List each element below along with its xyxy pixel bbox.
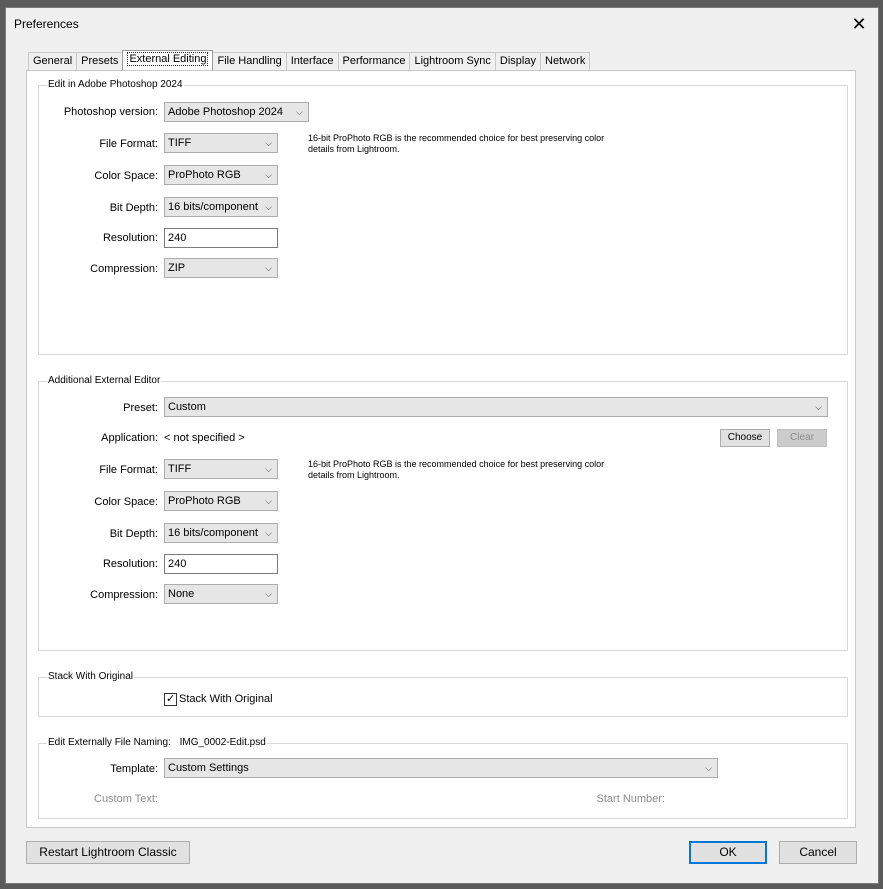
chevron-down-icon: ⌵ bbox=[815, 402, 822, 412]
clear-button[interactable]: Clear bbox=[777, 429, 827, 447]
choose-button[interactable]: Choose bbox=[720, 429, 770, 447]
chevron-down-icon: ⌵ bbox=[265, 496, 272, 506]
stack-checkbox[interactable] bbox=[164, 692, 177, 706]
bit-depth-label: Bit Depth: bbox=[109, 528, 158, 540]
dialog-title: Preferences bbox=[14, 17, 79, 31]
bit-depth-select[interactable]: 16 bits/component ⌵ bbox=[164, 523, 278, 543]
file-format-label: File Format: bbox=[99, 138, 158, 150]
group-title: Edit Externally File Naming: IMG_0002-Ed… bbox=[47, 737, 267, 748]
preset-label: Preset: bbox=[123, 402, 158, 414]
chevron-down-icon: ⌵ bbox=[296, 107, 303, 117]
compression-select[interactable]: ZIP ⌵ bbox=[164, 258, 278, 278]
template-label: Template: bbox=[110, 763, 158, 775]
chevron-down-icon: ⌵ bbox=[265, 528, 272, 538]
tab-panel: Edit in Adobe Photoshop 2024 Photoshop v… bbox=[26, 70, 856, 828]
stack-group: Stack With Original Stack With Original bbox=[38, 671, 848, 717]
chevron-down-icon: ⌵ bbox=[265, 170, 272, 180]
color-space-label: Color Space: bbox=[94, 496, 158, 508]
tab-file-handling[interactable]: File Handling bbox=[212, 52, 287, 70]
restart-lightroom-button[interactable]: Restart Lightroom Classic bbox=[26, 841, 190, 864]
additional-editor-group: Additional External Editor Preset: Custo… bbox=[38, 375, 848, 651]
chevron-down-icon: ⌵ bbox=[265, 202, 272, 212]
resolution-input[interactable]: 240 bbox=[164, 228, 278, 248]
preferences-dialog: Preferences ✕ General Presets External E… bbox=[5, 7, 879, 884]
tab-lightroom-sync[interactable]: Lightroom Sync bbox=[409, 52, 496, 70]
tab-general[interactable]: General bbox=[28, 52, 78, 70]
template-select[interactable]: Custom Settings ⌵ bbox=[164, 758, 718, 778]
application-label: Application: bbox=[101, 432, 158, 444]
resolution-label: Resolution: bbox=[102, 232, 158, 244]
tab-presets[interactable]: Presets bbox=[76, 52, 124, 70]
chevron-down-icon: ⌵ bbox=[265, 464, 272, 474]
file-naming-example: IMG_0002-Edit.psd bbox=[179, 737, 266, 748]
chevron-down-icon: ⌵ bbox=[265, 138, 272, 148]
tab-interface[interactable]: Interface bbox=[285, 52, 339, 70]
file-format-select[interactable]: TIFF ⌵ bbox=[164, 133, 278, 153]
file-naming-group: Edit Externally File Naming: IMG_0002-Ed… bbox=[38, 737, 848, 819]
photoshop-version-label: Photoshop version: bbox=[63, 106, 158, 118]
application-value: < not specified > bbox=[164, 432, 245, 444]
file-format-select[interactable]: TIFF ⌵ bbox=[164, 459, 278, 479]
ok-button[interactable]: OK bbox=[689, 841, 767, 864]
start-number-label: Start Number: bbox=[596, 793, 665, 805]
format-note: 16-bit ProPhoto RGB is the recommended c… bbox=[308, 459, 605, 480]
group-title: Stack With Original bbox=[47, 671, 135, 682]
preset-select[interactable]: Custom ⌵ bbox=[164, 397, 828, 417]
compression-label: Compression: bbox=[90, 263, 158, 275]
tab-external-editing[interactable]: External Editing bbox=[122, 50, 214, 70]
resolution-input[interactable]: 240 bbox=[164, 554, 278, 574]
format-note: 16-bit ProPhoto RGB is the recommended c… bbox=[308, 133, 605, 154]
custom-text-label: Custom Text: bbox=[94, 793, 158, 805]
photoshop-version-select[interactable]: Adobe Photoshop 2024 ⌵ bbox=[164, 102, 309, 122]
tab-performance[interactable]: Performance bbox=[337, 52, 411, 70]
group-title: Edit in Adobe Photoshop 2024 bbox=[47, 79, 184, 90]
chevron-down-icon: ⌵ bbox=[265, 589, 272, 599]
chevron-down-icon: ⌵ bbox=[705, 763, 712, 773]
color-space-select[interactable]: ProPhoto RGB ⌵ bbox=[164, 491, 278, 511]
group-title: Additional External Editor bbox=[47, 375, 162, 386]
tab-network[interactable]: Network bbox=[540, 52, 591, 70]
photoshop-group: Edit in Adobe Photoshop 2024 Photoshop v… bbox=[38, 79, 848, 355]
cancel-button[interactable]: Cancel bbox=[779, 841, 857, 864]
tab-display[interactable]: Display bbox=[494, 52, 541, 70]
stack-checkbox-label[interactable]: Stack With Original bbox=[179, 693, 273, 705]
compression-select[interactable]: None ⌵ bbox=[164, 584, 278, 604]
resolution-label: Resolution: bbox=[102, 558, 158, 570]
color-space-select[interactable]: ProPhoto RGB ⌵ bbox=[164, 165, 278, 185]
close-icon[interactable]: ✕ bbox=[848, 13, 870, 35]
tab-bar: General Presets External Editing File Ha… bbox=[28, 50, 591, 70]
bit-depth-label: Bit Depth: bbox=[109, 202, 158, 214]
compression-label: Compression: bbox=[90, 589, 158, 601]
title-bar: Preferences ✕ bbox=[6, 8, 878, 40]
file-naming-title: Edit Externally File Naming: bbox=[48, 737, 171, 748]
file-format-label: File Format: bbox=[99, 464, 158, 476]
chevron-down-icon: ⌵ bbox=[265, 263, 272, 273]
bit-depth-select[interactable]: 16 bits/component ⌵ bbox=[164, 197, 278, 217]
color-space-label: Color Space: bbox=[94, 170, 158, 182]
